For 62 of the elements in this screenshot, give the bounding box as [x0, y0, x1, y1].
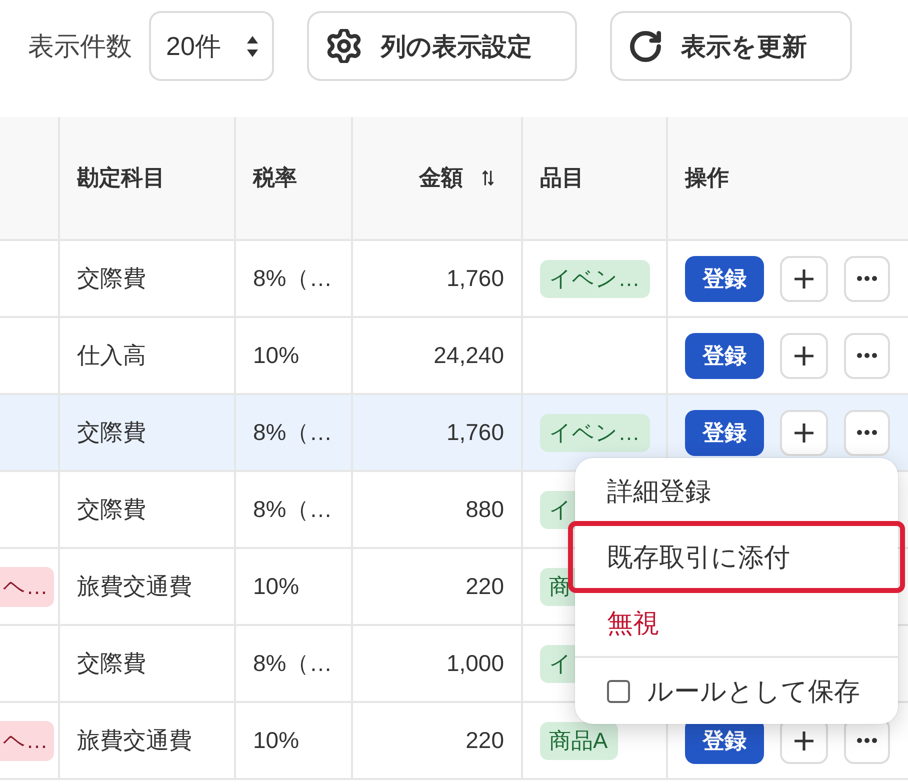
table-cell: 8%（…: [236, 472, 353, 547]
table-cell: 24,240: [353, 318, 523, 393]
add-button[interactable]: [780, 332, 828, 378]
register-button[interactable]: 登録: [685, 256, 764, 302]
plus-icon: [794, 730, 814, 750]
updown-caret-icon: [247, 36, 258, 56]
page-size-select[interactable]: 20件: [149, 11, 274, 81]
more-icon: [857, 353, 877, 358]
sort-icon[interactable]: [482, 170, 494, 186]
table-cell: 旅費交通費: [60, 703, 236, 778]
more-button[interactable]: [844, 332, 890, 378]
register-button[interactable]: 登録: [685, 410, 764, 456]
column-header: 品目: [540, 164, 584, 192]
column-settings-button[interactable]: 列の表示設定: [307, 11, 577, 81]
table-row[interactable]: 仕入高 10% 24,240 登録: [0, 318, 908, 395]
table-cell: 交際費: [60, 241, 236, 316]
more-icon: [857, 276, 877, 281]
table-cell: 8%（…: [236, 395, 353, 470]
item-tag: イベン…: [540, 260, 650, 298]
column-header: 勘定科目: [77, 164, 165, 192]
column-header[interactable]: 金額: [419, 163, 463, 193]
more-button[interactable]: [844, 256, 890, 302]
table-cell: 交際費: [60, 395, 236, 470]
table-row[interactable]: 交際費 8%（… 1,760 イベン… 登録: [0, 241, 908, 318]
label-tag: ヘ…: [0, 720, 54, 760]
table-cell: 220: [353, 703, 523, 778]
menu-item[interactable]: 既存取引に添付: [568, 521, 905, 593]
item-tag: 商品A: [540, 722, 618, 760]
column-header: 税率: [253, 164, 297, 192]
checkbox[interactable]: [607, 680, 630, 702]
table-cell: 旅費交通費: [60, 549, 236, 624]
more-button[interactable]: [844, 410, 890, 456]
table-cell: 10%: [236, 549, 353, 624]
table-cell: 10%: [236, 318, 353, 393]
table-row[interactable]: ヘ… 旅費交通費 10% 220 商品A 登録: [0, 703, 908, 780]
table-cell: 8%（…: [236, 626, 353, 701]
plus-icon: [794, 422, 814, 442]
table-cell: 1,760: [353, 241, 523, 316]
more-icon: [857, 738, 877, 743]
table-cell: 仕入高: [60, 318, 236, 393]
table-cell: 交際費: [60, 472, 236, 547]
plus-icon: [794, 346, 814, 366]
table-cell: 1,760: [353, 395, 523, 470]
plus-icon: [794, 268, 814, 288]
label-tag: ヘ…: [0, 566, 54, 606]
table-cell: 交際費: [60, 626, 236, 701]
settings-icon: [327, 29, 361, 63]
table-row[interactable]: 交際費 8%（… 1,760 イベン… 登録: [0, 395, 908, 472]
table-cell: 1,000: [353, 626, 523, 701]
add-button[interactable]: [780, 410, 828, 456]
column-header: 操作: [685, 164, 729, 192]
table-cell: 880: [353, 472, 523, 547]
item-tag: イベン…: [540, 414, 650, 452]
table-cell: 8%（…: [236, 241, 353, 316]
page-size-label: 表示件数: [28, 30, 132, 62]
table-cell: 10%: [236, 703, 353, 778]
refresh-icon: [630, 30, 661, 62]
register-button[interactable]: 登録: [685, 332, 764, 378]
add-button[interactable]: [780, 256, 828, 302]
refresh-button[interactable]: 表示を更新: [610, 11, 852, 81]
more-icon: [857, 430, 877, 435]
table-cell: 220: [353, 549, 523, 624]
